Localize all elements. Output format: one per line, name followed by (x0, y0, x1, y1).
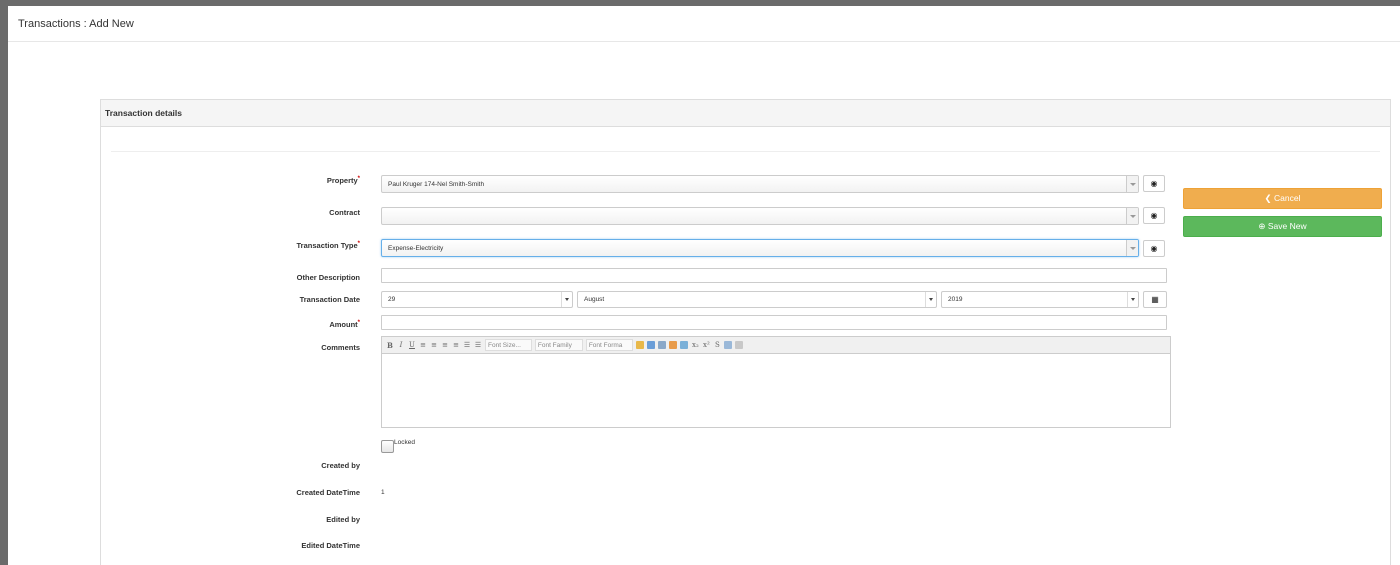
separator (925, 292, 926, 307)
created-datetime-value: 1 (381, 489, 385, 496)
date-year-value: 2019 (948, 296, 963, 303)
chevron-down-icon (1126, 176, 1138, 192)
number-list-icon[interactable]: ☰ (474, 341, 482, 349)
separator (1127, 292, 1128, 307)
link-icon[interactable] (647, 341, 656, 349)
property-select-value: Paul Kruger 174-Nel Smith-Smith (388, 181, 485, 188)
cancel-button[interactable]: ❮ Cancel (1183, 188, 1382, 209)
created-by-label: Created by (321, 461, 360, 470)
plus-circle-icon: ⊕ (1258, 221, 1266, 231)
calendar-button[interactable]: ▦ (1143, 291, 1167, 308)
bold-button[interactable]: B (386, 341, 394, 350)
panel-heading: Transaction details (101, 100, 1390, 127)
view-property-button[interactable]: ◉ (1143, 175, 1165, 192)
date-year-select[interactable]: 2019 (941, 291, 1139, 308)
page-title: Transactions : Add New (18, 18, 134, 30)
clear-format-icon[interactable] (724, 341, 733, 349)
created-datetime-label: Created DateTime (296, 488, 360, 497)
transaction-type-select[interactable]: Expense-Electricity (381, 239, 1139, 257)
view-transaction-type-button[interactable]: ◉ (1143, 240, 1165, 257)
view-contract-button[interactable]: ◉ (1143, 207, 1165, 224)
date-day-select[interactable]: 29 (381, 291, 573, 308)
align-right-icon[interactable]: ≡ (441, 341, 449, 349)
property-label: Property* (326, 176, 360, 185)
image-icon[interactable] (669, 341, 678, 349)
table-icon[interactable] (680, 341, 689, 349)
amount-label: Amount* (329, 320, 360, 329)
transaction-details-panel: Transaction details Property* Paul Kruge… (100, 99, 1391, 565)
edited-by-label: Edited by (326, 515, 360, 524)
date-day-value: 29 (388, 296, 396, 303)
subscript-icon[interactable]: x₂ (691, 341, 699, 349)
paste-icon[interactable] (636, 341, 645, 349)
other-description-label: Other Description (296, 273, 360, 282)
transaction-date-label: Transaction Date (299, 295, 360, 304)
superscript-icon[interactable]: x² (702, 341, 710, 349)
divider (111, 151, 1380, 152)
font-size-select[interactable]: Font Size... (485, 339, 532, 351)
align-left-icon[interactable]: ≡ (419, 341, 427, 349)
align-justify-icon[interactable]: ≡ (452, 341, 460, 349)
chevron-down-icon (1126, 240, 1138, 256)
strikethrough-icon[interactable]: S (713, 341, 721, 349)
chevron-left-icon: ❮ (1264, 193, 1272, 203)
cancel-button-label: Cancel (1274, 193, 1301, 203)
eye-icon: ◉ (1150, 211, 1158, 220)
transaction-type-select-value: Expense-Electricity (388, 245, 444, 252)
align-center-icon[interactable]: ≡ (430, 341, 438, 349)
comments-editor[interactable]: B I U ≡ ≡ ≡ ≡ ☰ ☰ Font Size... Font Fami… (381, 336, 1171, 428)
edited-datetime-label: Edited DateTime (301, 541, 360, 550)
locked-label: Locked (394, 439, 415, 446)
caret-down-icon (1131, 298, 1135, 301)
caret-down-icon (565, 298, 569, 301)
save-new-button[interactable]: ⊕ Save New (1183, 216, 1382, 237)
unlink-icon[interactable] (658, 341, 667, 349)
italic-button[interactable]: I (397, 341, 405, 349)
code-icon[interactable] (735, 341, 744, 349)
contract-select[interactable] (381, 207, 1139, 225)
contract-label: Contract (329, 208, 360, 217)
amount-input[interactable] (381, 315, 1167, 330)
transaction-type-label: Transaction Type* (296, 241, 360, 250)
eye-icon: ◉ (1150, 244, 1158, 253)
chevron-down-icon (1126, 208, 1138, 224)
font-family-select[interactable]: Font Family (534, 339, 583, 351)
locked-checkbox[interactable] (381, 440, 394, 453)
comments-label: Comments (321, 343, 360, 352)
caret-down-icon (929, 298, 933, 301)
date-month-value: August (584, 296, 605, 303)
property-select[interactable]: Paul Kruger 174-Nel Smith-Smith (381, 175, 1139, 193)
date-month-select[interactable]: August (577, 291, 937, 308)
save-button-label: Save New (1267, 221, 1307, 231)
page: Transactions : Add New Transaction detai… (8, 6, 1400, 565)
calendar-grid-icon: ▦ (1151, 295, 1159, 304)
other-description-input[interactable] (381, 268, 1167, 283)
page-header: Transactions : Add New (8, 6, 1400, 42)
eye-icon: ◉ (1150, 179, 1158, 188)
bullet-list-icon[interactable]: ☰ (463, 341, 471, 349)
separator (561, 292, 562, 307)
underline-button[interactable]: U (408, 341, 416, 349)
font-format-select[interactable]: Font Forma (585, 339, 634, 351)
editor-toolbar: B I U ≡ ≡ ≡ ≡ ☰ ☰ Font Size... Font Fami… (382, 337, 1170, 354)
